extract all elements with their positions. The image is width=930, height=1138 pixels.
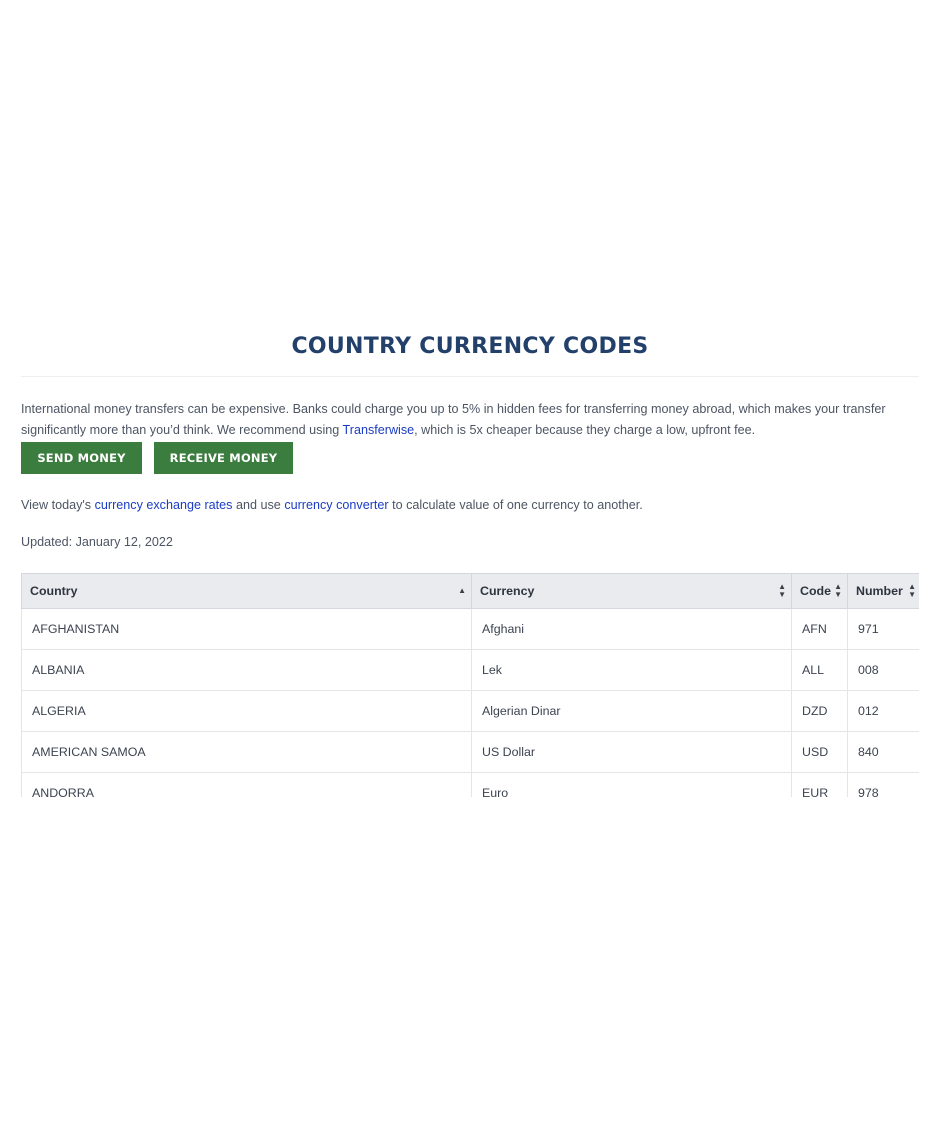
table-header-row: Country ▲ Currency ▲ ▼ Code ▲ ▼ Number ▲ ▼: [21, 573, 919, 609]
cell-code: AFN: [791, 608, 848, 650]
page-title: COUNTRY CURRENCY CODES: [291, 334, 649, 359]
sort-ascending-icon: ▲: [458, 586, 466, 595]
cell-currency: Afghani: [471, 608, 792, 650]
cell-currency: Euro: [471, 772, 792, 797]
updated-date: Updated: January 12, 2022: [21, 535, 173, 549]
title-divider: [21, 376, 919, 377]
sort-both-icon: ▲ ▼: [778, 582, 786, 599]
cell-currency: US Dollar: [471, 731, 792, 773]
cell-country: ALBANIA: [21, 649, 472, 691]
cell-country: AMERICAN SAMOA: [21, 731, 472, 773]
cell-code: EUR: [791, 772, 848, 797]
table-row: ALBANIA Lek ALL 008: [21, 649, 919, 691]
table-row: ANDORRA Euro EUR 978: [21, 772, 919, 797]
header-code[interactable]: Code ▲ ▼: [791, 573, 848, 609]
main-content: COUNTRY CURRENCY CODES International mon…: [21, 330, 919, 797]
table-row: ALGERIA Algerian Dinar DZD 012: [21, 690, 919, 732]
cell-country: ALGERIA: [21, 690, 472, 732]
cell-currency: Lek: [471, 649, 792, 691]
currency-table: Country ▲ Currency ▲ ▼ Code ▲ ▼ Number ▲ ▼ AFGH…: [21, 573, 919, 797]
cell-number: 978: [847, 772, 919, 797]
cell-number: 971: [847, 608, 919, 650]
header-currency-label: Currency: [480, 584, 535, 598]
send-money-button[interactable]: SEND MONEY: [21, 442, 142, 474]
cell-number: 840: [847, 731, 919, 773]
sort-both-icon: ▲ ▼: [908, 582, 916, 599]
sort-both-icon: ▲ ▼: [834, 582, 842, 599]
header-number-label: Number: [856, 584, 903, 598]
table-body: AFGHANISTAN Afghani AFN 971 ALBANIA Lek …: [21, 608, 919, 797]
cell-code: DZD: [791, 690, 848, 732]
header-code-label: Code: [800, 584, 831, 598]
cell-code: ALL: [791, 649, 848, 691]
exchange-rates-link[interactable]: currency exchange rates: [95, 498, 233, 512]
intro-paragraph: International money transfers can be exp…: [21, 399, 919, 440]
currency-converter-link[interactable]: currency converter: [284, 498, 388, 512]
header-country-label: Country: [30, 584, 78, 598]
header-number[interactable]: Number ▲ ▼: [847, 573, 919, 609]
cell-number: 012: [847, 690, 919, 732]
cell-code: USD: [791, 731, 848, 773]
receive-money-button[interactable]: RECEIVE MONEY: [154, 442, 293, 474]
table-viewport: Country ▲ Currency ▲ ▼ Code ▲ ▼ Number ▲ ▼ AFGH…: [21, 552, 919, 797]
rates-paragraph: View today's currency exchange rates and…: [21, 495, 919, 515]
cell-country: AFGHANISTAN: [21, 608, 472, 650]
table-row: AMERICAN SAMOA US Dollar USD 840: [21, 731, 919, 773]
cell-country: ANDORRA: [21, 772, 472, 797]
header-country[interactable]: Country ▲: [21, 573, 472, 609]
table-row: AFGHANISTAN Afghani AFN 971: [21, 608, 919, 650]
transfer-buttons: SEND MONEY RECEIVE MONEY: [21, 442, 919, 474]
page: COUNTRY CURRENCY CODES International mon…: [0, 0, 930, 1138]
intro-text-after: , which is 5x cheaper because they charg…: [414, 422, 756, 437]
cell-currency: Algerian Dinar: [471, 690, 792, 732]
rates-prefix: View today's: [21, 498, 95, 512]
transferwise-link[interactable]: Transferwise: [343, 423, 415, 437]
rates-suffix: to calculate value of one currency to an…: [388, 498, 643, 512]
rates-middle: and use: [232, 498, 285, 512]
header-currency[interactable]: Currency ▲ ▼: [471, 573, 792, 609]
cell-number: 008: [847, 649, 919, 691]
